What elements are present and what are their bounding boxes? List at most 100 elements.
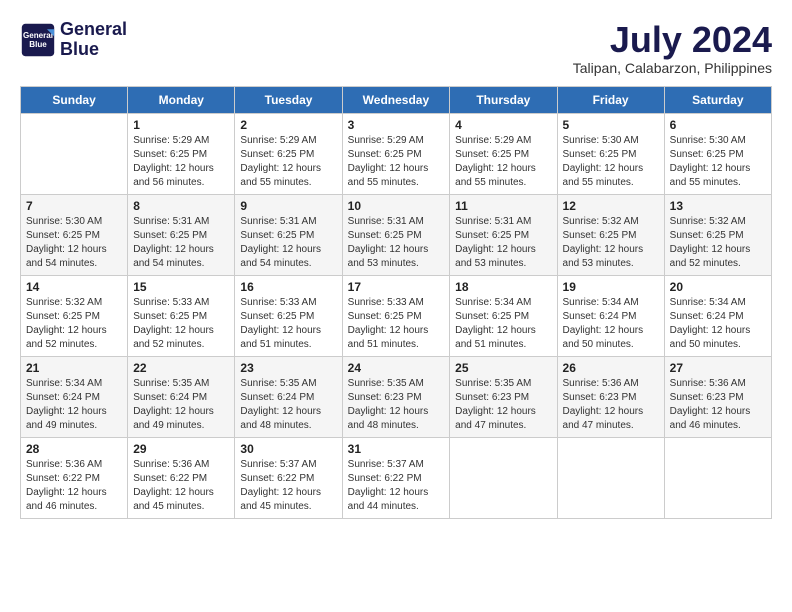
day-number: 6 [670, 118, 766, 132]
calendar-cell: 12 Sunrise: 5:32 AM Sunset: 6:25 PM Dayli… [557, 194, 664, 275]
day-number: 13 [670, 199, 766, 213]
day-number: 23 [240, 361, 336, 375]
day-number: 15 [133, 280, 229, 294]
day-info: Sunrise: 5:32 AM Sunset: 6:25 PM Dayligh… [563, 215, 659, 271]
day-info: Sunrise: 5:29 AM Sunset: 6:25 PM Dayligh… [240, 134, 336, 190]
day-number: 20 [670, 280, 766, 294]
day-info: Sunrise: 5:36 AM Sunset: 6:23 PM Dayligh… [670, 377, 766, 433]
day-number: 4 [455, 118, 551, 132]
calendar-cell: 8 Sunrise: 5:31 AM Sunset: 6:25 PM Daylig… [128, 194, 235, 275]
day-number: 17 [348, 280, 445, 294]
calendar-week-row: 14 Sunrise: 5:32 AM Sunset: 6:25 PM Dayli… [21, 275, 772, 356]
calendar-cell [21, 113, 128, 194]
calendar-cell: 19Sunrise: 5:34 AM Sunset: 6:24 PM Dayli… [557, 275, 664, 356]
day-info: Sunrise: 5:30 AM Sunset: 6:25 PM Dayligh… [26, 215, 122, 271]
day-info: Sunrise: 5:31 AM Sunset: 6:25 PM Dayligh… [240, 215, 336, 271]
day-info: Sunrise: 5:29 AM Sunset: 6:25 PM Dayligh… [348, 134, 445, 190]
day-header-wednesday: Wednesday [342, 86, 450, 113]
calendar-cell: 26Sunrise: 5:36 AM Sunset: 6:23 PM Dayli… [557, 356, 664, 437]
calendar-cell: 27 Sunrise: 5:36 AM Sunset: 6:23 PM Dayli… [664, 356, 771, 437]
day-info: Sunrise: 5:35 AM Sunset: 6:23 PM Dayligh… [455, 377, 551, 433]
calendar-cell: 4 Sunrise: 5:29 AM Sunset: 6:25 PM Daylig… [450, 113, 557, 194]
day-info: Sunrise: 5:29 AM Sunset: 6:25 PM Dayligh… [133, 134, 229, 190]
calendar-cell: 3 Sunrise: 5:29 AM Sunset: 6:25 PM Daylig… [342, 113, 450, 194]
day-info: Sunrise: 5:35 AM Sunset: 6:24 PM Dayligh… [133, 377, 229, 433]
calendar-cell: 31 Sunrise: 5:37 AM Sunset: 6:22 PM Dayli… [342, 437, 450, 518]
calendar-cell: 20Sunrise: 5:34 AM Sunset: 6:24 PM Dayli… [664, 275, 771, 356]
day-header-thursday: Thursday [450, 86, 557, 113]
day-number: 9 [240, 199, 336, 213]
day-info: Sunrise: 5:29 AM Sunset: 6:25 PM Dayligh… [455, 134, 551, 190]
day-number: 16 [240, 280, 336, 294]
day-info: Sunrise: 5:32 AM Sunset: 6:25 PM Dayligh… [670, 215, 766, 271]
day-number: 7 [26, 199, 122, 213]
logo-icon: General Blue [20, 22, 56, 58]
day-info: Sunrise: 5:30 AM Sunset: 6:25 PM Dayligh… [670, 134, 766, 190]
calendar-cell: 23 Sunrise: 5:35 AM Sunset: 6:24 PM Dayli… [235, 356, 342, 437]
day-info: Sunrise: 5:37 AM Sunset: 6:22 PM Dayligh… [348, 458, 445, 514]
svg-text:General: General [23, 31, 53, 40]
day-info: Sunrise: 5:36 AM Sunset: 6:23 PM Dayligh… [563, 377, 659, 433]
day-number: 18 [455, 280, 551, 294]
day-header-friday: Friday [557, 86, 664, 113]
day-info: Sunrise: 5:35 AM Sunset: 6:23 PM Dayligh… [348, 377, 445, 433]
calendar-cell [557, 437, 664, 518]
day-info: Sunrise: 5:36 AM Sunset: 6:22 PM Dayligh… [133, 458, 229, 514]
calendar-table: SundayMondayTuesdayWednesdayThursdayFrid… [20, 86, 772, 519]
calendar-week-row: 7 Sunrise: 5:30 AM Sunset: 6:25 PM Daylig… [21, 194, 772, 275]
calendar-cell: 29Sunrise: 5:36 AM Sunset: 6:22 PM Dayli… [128, 437, 235, 518]
day-info: Sunrise: 5:35 AM Sunset: 6:24 PM Dayligh… [240, 377, 336, 433]
calendar-cell: 5Sunrise: 5:30 AM Sunset: 6:25 PM Daylig… [557, 113, 664, 194]
calendar-cell: 30 Sunrise: 5:37 AM Sunset: 6:22 PM Dayli… [235, 437, 342, 518]
page-header: General Blue General Blue July 2024 Tali… [20, 20, 772, 76]
day-number: 28 [26, 442, 122, 456]
day-number: 2 [240, 118, 336, 132]
calendar-cell: 1 Sunrise: 5:29 AM Sunset: 6:25 PM Daylig… [128, 113, 235, 194]
day-info: Sunrise: 5:34 AM Sunset: 6:24 PM Dayligh… [26, 377, 122, 433]
calendar-cell: 7 Sunrise: 5:30 AM Sunset: 6:25 PM Daylig… [21, 194, 128, 275]
day-number: 12 [563, 199, 659, 213]
day-number: 31 [348, 442, 445, 456]
location-subtitle: Talipan, Calabarzon, Philippines [573, 60, 772, 76]
svg-text:Blue: Blue [29, 40, 47, 49]
calendar-cell: 22 Sunrise: 5:35 AM Sunset: 6:24 PM Dayli… [128, 356, 235, 437]
day-number: 19 [563, 280, 659, 294]
day-number: 22 [133, 361, 229, 375]
day-number: 5 [563, 118, 659, 132]
calendar-cell [664, 437, 771, 518]
calendar-cell [450, 437, 557, 518]
day-header-sunday: Sunday [21, 86, 128, 113]
day-info: Sunrise: 5:32 AM Sunset: 6:25 PM Dayligh… [26, 296, 122, 352]
day-header-tuesday: Tuesday [235, 86, 342, 113]
day-header-saturday: Saturday [664, 86, 771, 113]
day-info: Sunrise: 5:36 AM Sunset: 6:22 PM Dayligh… [26, 458, 122, 514]
calendar-cell: 16 Sunrise: 5:33 AM Sunset: 6:25 PM Dayli… [235, 275, 342, 356]
day-info: Sunrise: 5:31 AM Sunset: 6:25 PM Dayligh… [133, 215, 229, 271]
calendar-week-row: 21 Sunrise: 5:34 AM Sunset: 6:24 PM Dayli… [21, 356, 772, 437]
day-number: 1 [133, 118, 229, 132]
calendar-week-row: 28 Sunrise: 5:36 AM Sunset: 6:22 PM Dayli… [21, 437, 772, 518]
calendar-cell: 18 Sunrise: 5:34 AM Sunset: 6:25 PM Dayli… [450, 275, 557, 356]
day-number: 27 [670, 361, 766, 375]
day-number: 25 [455, 361, 551, 375]
days-header-row: SundayMondayTuesdayWednesdayThursdayFrid… [21, 86, 772, 113]
day-number: 14 [26, 280, 122, 294]
logo-text: General Blue [60, 20, 127, 60]
day-info: Sunrise: 5:33 AM Sunset: 6:25 PM Dayligh… [348, 296, 445, 352]
day-info: Sunrise: 5:37 AM Sunset: 6:22 PM Dayligh… [240, 458, 336, 514]
calendar-cell: 15Sunrise: 5:33 AM Sunset: 6:25 PM Dayli… [128, 275, 235, 356]
month-year-title: July 2024 [573, 20, 772, 60]
day-info: Sunrise: 5:34 AM Sunset: 6:25 PM Dayligh… [455, 296, 551, 352]
calendar-cell: 2 Sunrise: 5:29 AM Sunset: 6:25 PM Daylig… [235, 113, 342, 194]
calendar-cell: 13 Sunrise: 5:32 AM Sunset: 6:25 PM Dayli… [664, 194, 771, 275]
day-info: Sunrise: 5:33 AM Sunset: 6:25 PM Dayligh… [240, 296, 336, 352]
day-number: 3 [348, 118, 445, 132]
calendar-week-row: 1 Sunrise: 5:29 AM Sunset: 6:25 PM Daylig… [21, 113, 772, 194]
day-number: 21 [26, 361, 122, 375]
logo: General Blue General Blue [20, 20, 127, 60]
day-number: 8 [133, 199, 229, 213]
day-number: 30 [240, 442, 336, 456]
day-info: Sunrise: 5:31 AM Sunset: 6:25 PM Dayligh… [348, 215, 445, 271]
day-number: 10 [348, 199, 445, 213]
day-number: 24 [348, 361, 445, 375]
